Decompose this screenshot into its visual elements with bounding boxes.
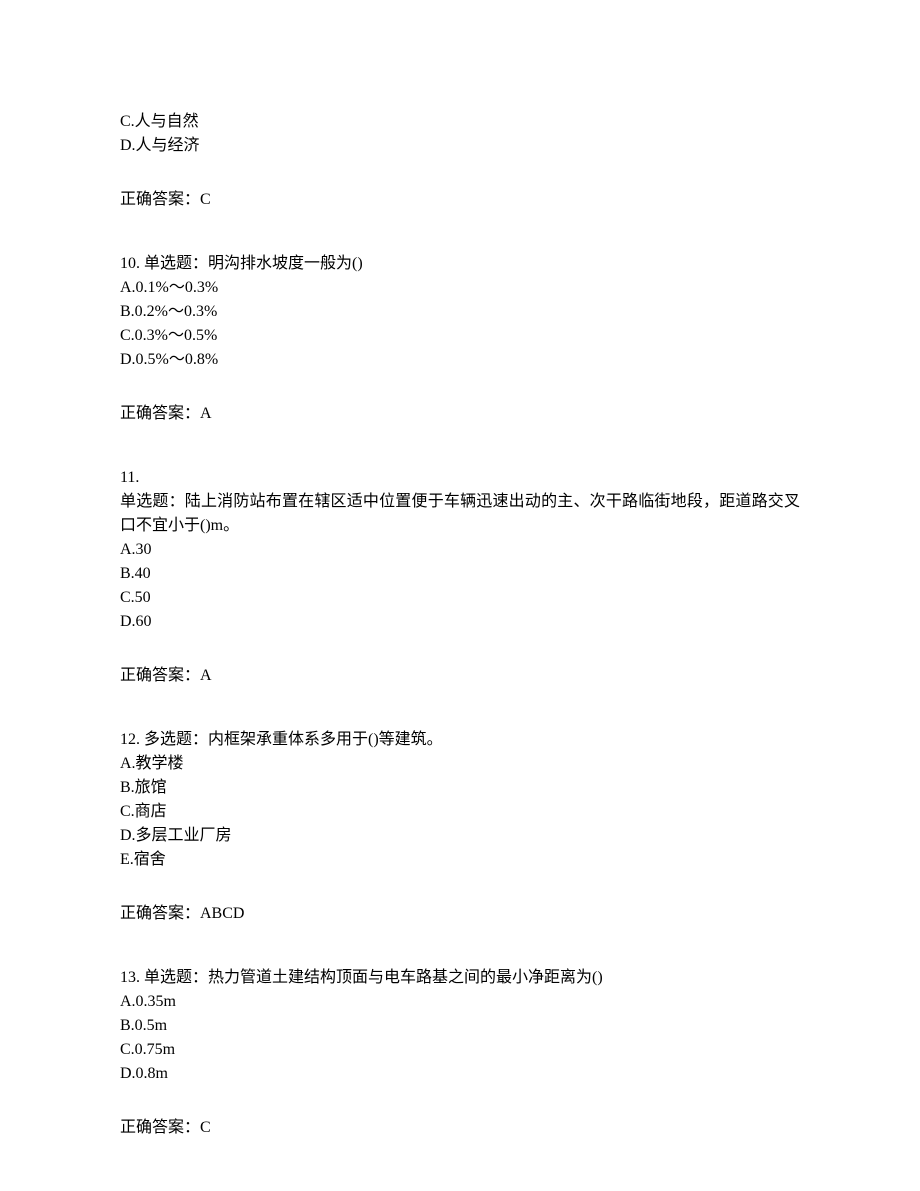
q12-option-a: A.教学楼 xyxy=(120,752,800,776)
q10-stem: 10. 单选题：明沟排水坡度一般为() xyxy=(120,252,800,276)
q11-option-c: C.50 xyxy=(120,586,800,610)
q12-answer-text: 正确答案：ABCD xyxy=(120,902,800,926)
q13-option-a: A.0.35m xyxy=(120,990,800,1014)
q10-option-c: C.0.3%～0.5% xyxy=(120,324,800,348)
q13-option-d: D.0.8m xyxy=(120,1062,800,1086)
q9-option-d: D.人与经济 xyxy=(120,134,800,158)
question-13: 13. 单选题：热力管道土建结构顶面与电车路基之间的最小净距离为() A.0.3… xyxy=(120,966,800,1140)
q10-answer-text: 正确答案：A xyxy=(120,402,800,426)
q10-option-d: D.0.5%～0.8% xyxy=(120,348,800,372)
q10-option-b: B.0.2%～0.3% xyxy=(120,300,800,324)
q9-answer-text: 正确答案：C xyxy=(120,188,800,212)
q13-answer-text: 正确答案：C xyxy=(120,1116,800,1140)
q12-option-d: D.多层工业厂房 xyxy=(120,824,800,848)
q12-option-b: B.旅馆 xyxy=(120,776,800,800)
q12-stem: 12. 多选题：内框架承重体系多用于()等建筑。 xyxy=(120,728,800,752)
q12-option-e: E.宿舍 xyxy=(120,848,800,872)
q11-number: 11. xyxy=(120,466,800,490)
q11-option-a: A.30 xyxy=(120,538,800,562)
q9-option-c: C.人与自然 xyxy=(120,110,800,134)
q13-option-c: C.0.75m xyxy=(120,1038,800,1062)
q10-answer-spacer xyxy=(120,378,800,402)
question-11: 11. 单选题：陆上消防站布置在辖区适中位置便于车辆迅速出动的主、次干路临街地段… xyxy=(120,466,800,688)
q11-option-b: B.40 xyxy=(120,562,800,586)
q11-answer-text: 正确答案：A xyxy=(120,664,800,688)
q11-option-d: D.60 xyxy=(120,610,800,634)
question-10: 10. 单选题：明沟排水坡度一般为() A.0.1%～0.3% B.0.2%～0… xyxy=(120,252,800,426)
q13-stem: 13. 单选题：热力管道土建结构顶面与电车路基之间的最小净距离为() xyxy=(120,966,800,990)
q11-stem: 单选题：陆上消防站布置在辖区适中位置便于车辆迅速出动的主、次干路临街地段，距道路… xyxy=(120,490,800,538)
question-12: 12. 多选题：内框架承重体系多用于()等建筑。 A.教学楼 B.旅馆 C.商店… xyxy=(120,728,800,926)
q10-option-a: A.0.1%～0.3% xyxy=(120,276,800,300)
q12-option-c: C.商店 xyxy=(120,800,800,824)
q11-answer-spacer xyxy=(120,640,800,664)
q13-answer-spacer xyxy=(120,1092,800,1116)
q13-option-b: B.0.5m xyxy=(120,1014,800,1038)
q12-answer-spacer xyxy=(120,878,800,902)
question-9-partial: C.人与自然 D.人与经济 正确答案：C xyxy=(120,110,800,212)
q9-answer xyxy=(120,164,800,188)
